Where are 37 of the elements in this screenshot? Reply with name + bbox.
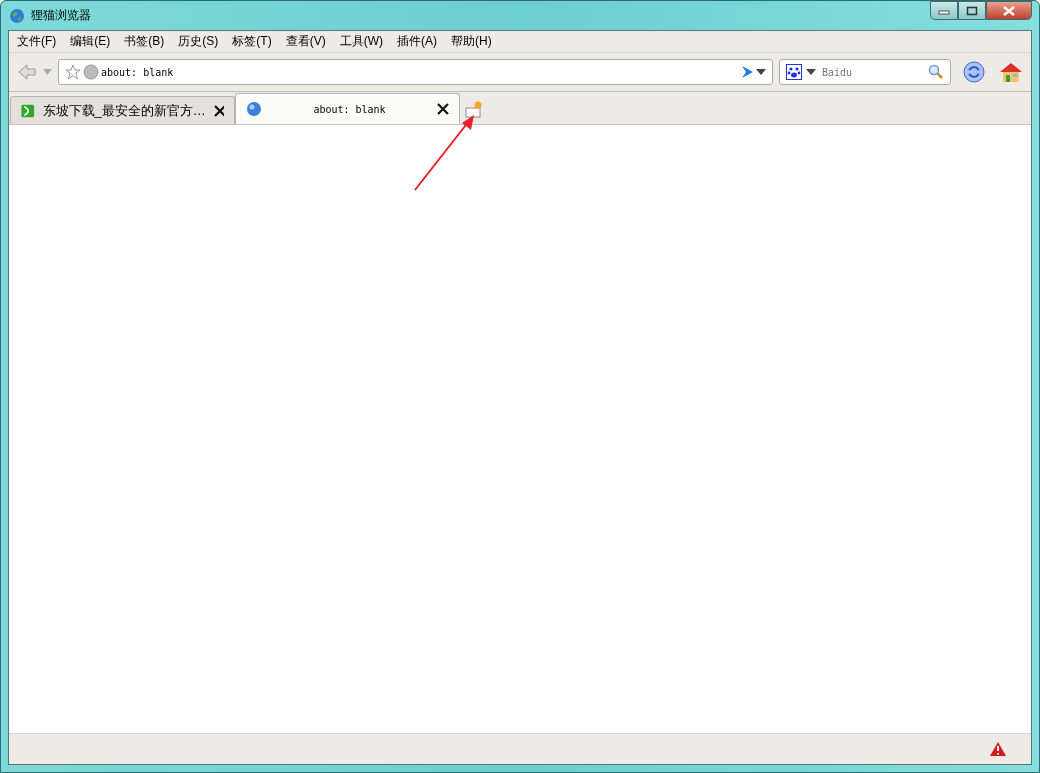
minimize-button[interactable]: [930, 1, 958, 20]
new-tab-icon[interactable]: [465, 100, 483, 118]
dropdown-icon[interactable]: [806, 69, 816, 75]
browser-tab[interactable]: about: blank: [235, 93, 460, 124]
search-field[interactable]: Baidu: [820, 65, 924, 79]
url-text: about: blank: [101, 66, 175, 78]
close-icon[interactable]: [213, 104, 224, 117]
go-icon[interactable]: [740, 65, 754, 79]
maximize-button[interactable]: [958, 1, 986, 20]
refresh-icon[interactable]: [963, 61, 985, 83]
menu-item[interactable]: 书签(B): [124, 33, 165, 50]
close-button[interactable]: [986, 1, 1032, 20]
search-icon[interactable]: [928, 64, 944, 80]
browser-tab[interactable]: 东坡下载_最安全的新官方…: [10, 96, 235, 124]
close-icon[interactable]: [437, 103, 449, 115]
globe-icon: [83, 64, 99, 80]
search-bar[interactable]: Baidu: [779, 59, 951, 85]
menu-item[interactable]: 查看(V): [285, 33, 326, 50]
home-icon[interactable]: [999, 61, 1023, 83]
menu-item[interactable]: 帮助(H): [451, 33, 492, 50]
site-icon: [21, 102, 35, 119]
dropdown-icon[interactable]: [756, 69, 766, 75]
star-icon[interactable]: [65, 64, 81, 80]
menu-item[interactable]: 工具(W): [339, 33, 383, 50]
menu-item[interactable]: 标签(T): [232, 33, 272, 50]
menu-item[interactable]: 编辑(E): [70, 33, 111, 50]
menu-item[interactable]: 插件(A): [397, 33, 437, 50]
warning-icon[interactable]: [989, 741, 1007, 757]
paw-icon[interactable]: [786, 64, 802, 80]
window-title: 狸猫浏览器: [31, 7, 91, 24]
globe-icon: [9, 7, 25, 24]
menu-item[interactable]: 历史(S): [178, 33, 219, 50]
globe-icon: [246, 101, 262, 117]
address-field[interactable]: about: blank: [58, 59, 773, 85]
maximize-icon: [966, 5, 978, 16]
close-icon: [1003, 5, 1015, 16]
menu-item[interactable]: 文件(F): [17, 33, 57, 50]
